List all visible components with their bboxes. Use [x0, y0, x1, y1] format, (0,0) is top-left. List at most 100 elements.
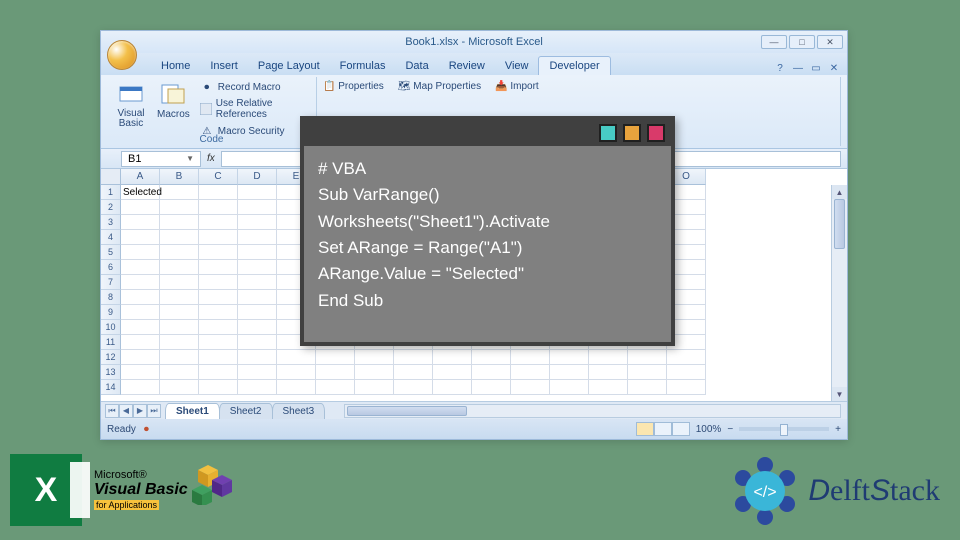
cell-B10[interactable] — [160, 320, 199, 335]
row-header-8[interactable]: 8 — [101, 290, 121, 305]
cell-L13[interactable] — [550, 365, 589, 380]
cell-C1[interactable] — [199, 185, 238, 200]
view-normal-button[interactable] — [636, 422, 654, 436]
horizontal-scrollbar[interactable] — [344, 404, 841, 418]
cell-B13[interactable] — [160, 365, 199, 380]
cell-A8[interactable] — [121, 290, 160, 305]
help-icon[interactable]: ? — [773, 61, 787, 75]
cell-D6[interactable] — [238, 260, 277, 275]
row-header-2[interactable]: 2 — [101, 200, 121, 215]
cell-D2[interactable] — [238, 200, 277, 215]
fx-icon[interactable]: fx — [207, 153, 215, 164]
sheet-tab-sheet3[interactable]: Sheet3 — [272, 403, 326, 419]
cell-E13[interactable] — [277, 365, 316, 380]
zoom-slider[interactable] — [739, 427, 829, 431]
cell-F13[interactable] — [316, 365, 355, 380]
cell-D10[interactable] — [238, 320, 277, 335]
cell-G14[interactable] — [355, 380, 394, 395]
cell-N13[interactable] — [628, 365, 667, 380]
tab-review[interactable]: Review — [439, 57, 495, 75]
cell-O13[interactable] — [667, 365, 706, 380]
row-header-1[interactable]: 1 — [101, 185, 121, 200]
view-page-layout-button[interactable] — [654, 422, 672, 436]
cell-E14[interactable] — [277, 380, 316, 395]
office-button[interactable] — [107, 40, 137, 70]
doc-restore-button[interactable]: ▭ — [809, 61, 823, 75]
tab-data[interactable]: Data — [395, 57, 438, 75]
cell-K14[interactable] — [511, 380, 550, 395]
tab-nav-last[interactable]: ⏭ — [147, 404, 161, 418]
cell-C10[interactable] — [199, 320, 238, 335]
row-header-6[interactable]: 6 — [101, 260, 121, 275]
cell-D9[interactable] — [238, 305, 277, 320]
cell-I13[interactable] — [433, 365, 472, 380]
tab-nav-prev[interactable]: ◀ — [119, 404, 133, 418]
cell-G13[interactable] — [355, 365, 394, 380]
cell-A11[interactable] — [121, 335, 160, 350]
zoom-in-button[interactable]: + — [835, 424, 841, 435]
scroll-down-icon[interactable]: ▼ — [832, 387, 847, 401]
cell-J12[interactable] — [472, 350, 511, 365]
cell-I14[interactable] — [433, 380, 472, 395]
cell-A12[interactable] — [121, 350, 160, 365]
cell-A9[interactable] — [121, 305, 160, 320]
cell-B3[interactable] — [160, 215, 199, 230]
cell-M13[interactable] — [589, 365, 628, 380]
cell-C6[interactable] — [199, 260, 238, 275]
sheet-tab-sheet1[interactable]: Sheet1 — [165, 403, 220, 419]
doc-close-button[interactable]: ✕ — [827, 61, 841, 75]
zoom-out-button[interactable]: − — [727, 424, 733, 435]
cell-B8[interactable] — [160, 290, 199, 305]
cell-C4[interactable] — [199, 230, 238, 245]
column-header-C[interactable]: C — [199, 169, 238, 185]
cell-B14[interactable] — [160, 380, 199, 395]
cell-A6[interactable] — [121, 260, 160, 275]
cell-M14[interactable] — [589, 380, 628, 395]
cell-C5[interactable] — [199, 245, 238, 260]
cell-D13[interactable] — [238, 365, 277, 380]
zoom-level[interactable]: 100% — [696, 424, 722, 435]
cell-A3[interactable] — [121, 215, 160, 230]
import-button[interactable]: 📥 Import — [495, 81, 539, 92]
row-header-14[interactable]: 14 — [101, 380, 121, 395]
cell-H12[interactable] — [394, 350, 433, 365]
tab-view[interactable]: View — [495, 57, 539, 75]
cell-A14[interactable] — [121, 380, 160, 395]
tab-developer[interactable]: Developer — [538, 56, 610, 75]
column-header-A[interactable]: A — [121, 169, 160, 185]
cell-D3[interactable] — [238, 215, 277, 230]
record-indicator-icon[interactable]: ⏺ — [144, 424, 149, 435]
cell-C8[interactable] — [199, 290, 238, 305]
hscroll-thumb[interactable] — [347, 406, 467, 416]
map-properties-button[interactable]: 🗺 Map Properties — [398, 81, 481, 92]
cell-B4[interactable] — [160, 230, 199, 245]
cell-F14[interactable] — [316, 380, 355, 395]
cell-E12[interactable] — [277, 350, 316, 365]
cell-C2[interactable] — [199, 200, 238, 215]
cell-F12[interactable] — [316, 350, 355, 365]
doc-minimize-button[interactable]: — — [791, 61, 805, 75]
record-macro-button[interactable]: ⏺Record Macro — [198, 79, 310, 95]
cell-D12[interactable] — [238, 350, 277, 365]
cell-J14[interactable] — [472, 380, 511, 395]
tab-home[interactable]: Home — [151, 57, 200, 75]
cell-C13[interactable] — [199, 365, 238, 380]
tab-insert[interactable]: Insert — [200, 57, 248, 75]
row-header-3[interactable]: 3 — [101, 215, 121, 230]
row-header-12[interactable]: 12 — [101, 350, 121, 365]
cell-C14[interactable] — [199, 380, 238, 395]
name-box[interactable]: B1 ▼ — [121, 151, 201, 167]
cell-A4[interactable] — [121, 230, 160, 245]
cell-D11[interactable] — [238, 335, 277, 350]
cell-A10[interactable] — [121, 320, 160, 335]
cell-O12[interactable] — [667, 350, 706, 365]
cell-B7[interactable] — [160, 275, 199, 290]
cell-D4[interactable] — [238, 230, 277, 245]
cell-A5[interactable] — [121, 245, 160, 260]
cell-B11[interactable] — [160, 335, 199, 350]
row-header-5[interactable]: 5 — [101, 245, 121, 260]
cell-D1[interactable] — [238, 185, 277, 200]
tab-nav-next[interactable]: ▶ — [133, 404, 147, 418]
cell-B5[interactable] — [160, 245, 199, 260]
cell-B1[interactable] — [160, 185, 199, 200]
